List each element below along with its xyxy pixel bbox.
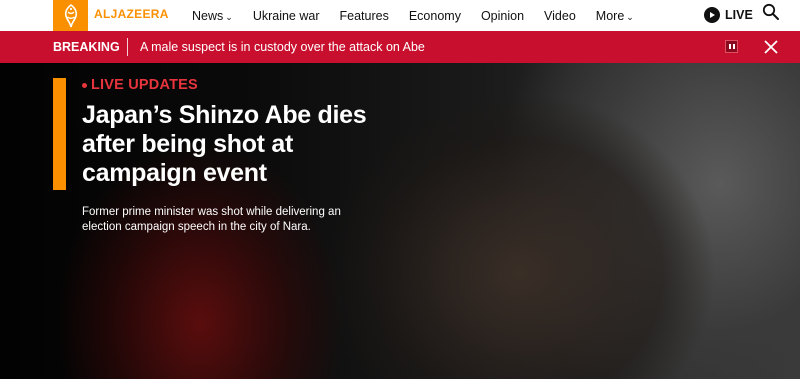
close-button[interactable] — [763, 39, 779, 55]
nav-item-news[interactable]: News ⌄ — [192, 9, 233, 23]
nav-item-video[interactable]: Video — [544, 9, 576, 23]
aljazeera-logo-icon — [64, 3, 77, 27]
nav-item-ukraine-war[interactable]: Ukraine war — [253, 9, 320, 23]
nav-item-label: Features — [339, 8, 389, 23]
nav-item-label: Video — [544, 8, 576, 23]
live-accent-bar — [53, 78, 66, 190]
hero-summary: Former prime minister was shot while del… — [82, 206, 341, 233]
nav-item-economy[interactable]: Economy — [409, 9, 461, 23]
search-icon — [762, 3, 779, 20]
nav-item-label: Economy — [408, 8, 461, 23]
pause-button[interactable] — [725, 40, 738, 53]
nav-item-label: Opinion — [480, 8, 525, 23]
nav-item-features[interactable]: Features — [340, 9, 389, 23]
nav-item-label: News — [192, 8, 224, 23]
play-icon — [704, 7, 720, 23]
chevron-down-icon: ⌄ — [626, 11, 634, 22]
nav-item-more[interactable]: More ⌄ — [596, 9, 634, 23]
close-icon — [764, 40, 778, 54]
nav-item-label: Ukraine war — [252, 8, 320, 23]
live-updates-label: LIVE UPDATES — [91, 77, 198, 93]
pause-icon — [728, 44, 731, 49]
live-button[interactable]: LIVE — [704, 5, 753, 25]
breaking-news-bar: BREAKING A male suspect is in custody ov… — [0, 31, 800, 63]
nav-item-opinion[interactable]: Opinion — [481, 9, 524, 23]
live-label: LIVE — [725, 8, 753, 22]
main-nav: News ⌄ Ukraine war Features Economy Opin… — [192, 0, 654, 31]
hero-headline[interactable]: Japan’s Shinzo Abe dies after being shot… — [82, 101, 372, 188]
logo[interactable] — [53, 0, 88, 31]
top-nav: ALJAZEERA News ⌄ Ukraine war Features Ec… — [0, 0, 800, 31]
hero-story[interactable]: LIVE UPDATES Japan’s Shinzo Abe dies aft… — [0, 63, 800, 379]
breaking-label: BREAKING — [53, 40, 120, 54]
nav-item-label: More — [595, 8, 625, 23]
chevron-down-icon: ⌄ — [225, 11, 233, 22]
breaking-divider — [127, 38, 128, 56]
live-updates-kicker: LIVE UPDATES — [82, 77, 198, 93]
live-dot-icon — [82, 82, 87, 88]
logo-text[interactable]: ALJAZEERA — [94, 7, 169, 21]
breaking-headline-link[interactable]: A male suspect is in custody over the at… — [140, 40, 425, 54]
search-button[interactable] — [762, 3, 780, 21]
